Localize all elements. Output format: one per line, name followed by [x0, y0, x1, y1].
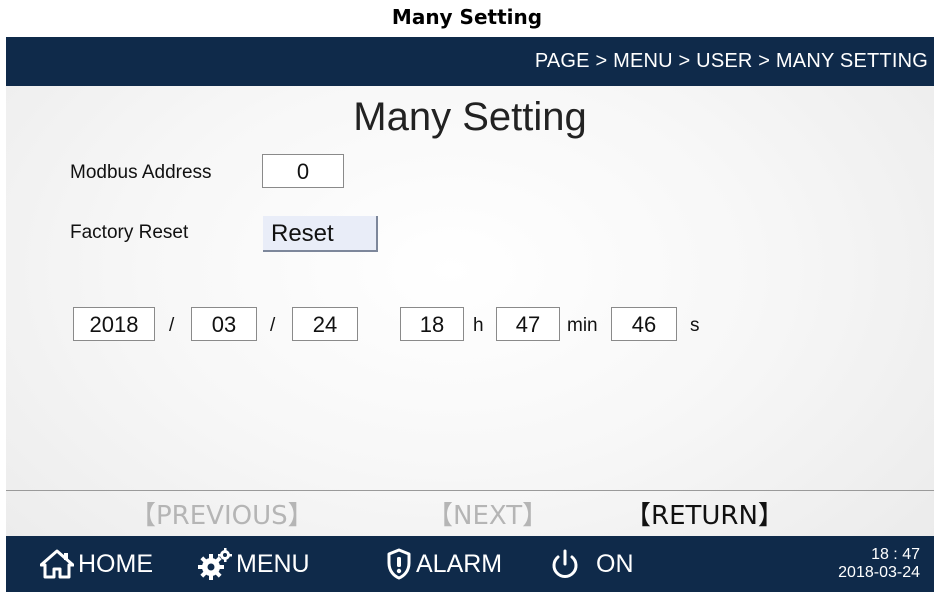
- minute-field[interactable]: 47: [496, 307, 560, 341]
- hour-unit: h: [473, 315, 484, 336]
- gears-icon: [198, 548, 234, 580]
- menu-button[interactable]: MENU: [198, 536, 310, 592]
- hmi-screen: PAGE > MENU > USER > MANY SETTING Many S…: [6, 37, 934, 592]
- page-title: Many Setting: [353, 95, 587, 139]
- previous-button[interactable]: 【PREVIOUS】: [130, 495, 314, 532]
- hour-field[interactable]: 18: [400, 307, 464, 341]
- day-field[interactable]: 24: [292, 307, 358, 341]
- footer-bar: HOME MENU ALARM ON 18: 47 2018-03-24: [6, 536, 934, 592]
- home-icon: [40, 549, 74, 579]
- power-icon: [550, 548, 580, 580]
- year-field[interactable]: 2018: [73, 307, 155, 341]
- minute-unit: min: [567, 315, 598, 336]
- date-separator: /: [270, 315, 276, 336]
- divider: [6, 490, 934, 491]
- clock-date: 2018-03-24: [838, 564, 920, 581]
- alarm-button[interactable]: ALARM: [386, 536, 502, 592]
- modbus-address-field[interactable]: 0: [262, 154, 344, 188]
- menu-label: MENU: [236, 549, 310, 578]
- factory-reset-label: Factory Reset: [70, 222, 189, 243]
- home-label: HOME: [78, 549, 153, 578]
- modbus-address-label: Modbus Address: [70, 162, 212, 183]
- alarm-shield-icon: [386, 548, 412, 580]
- home-button[interactable]: HOME: [40, 536, 153, 592]
- second-unit: s: [690, 315, 700, 336]
- breadcrumb: PAGE > MENU > USER > MANY SETTING: [534, 50, 928, 72]
- document-title: Many Setting: [391, 5, 543, 29]
- month-field[interactable]: 03: [191, 307, 257, 341]
- second-field[interactable]: 46: [611, 307, 677, 341]
- return-button[interactable]: 【RETURN】: [625, 495, 784, 532]
- power-button[interactable]: ON: [550, 536, 634, 592]
- clock-time: 18 : 47: [871, 546, 920, 563]
- reset-button[interactable]: Reset: [263, 216, 378, 252]
- alarm-label: ALARM: [416, 549, 503, 578]
- top-bar: PAGE > MENU > USER > MANY SETTING: [6, 37, 934, 86]
- clock: 18 : 47 2018-03-24: [838, 546, 920, 582]
- power-label: ON: [596, 549, 634, 578]
- date-separator: /: [169, 315, 175, 336]
- next-button[interactable]: 【NEXT】: [427, 495, 548, 532]
